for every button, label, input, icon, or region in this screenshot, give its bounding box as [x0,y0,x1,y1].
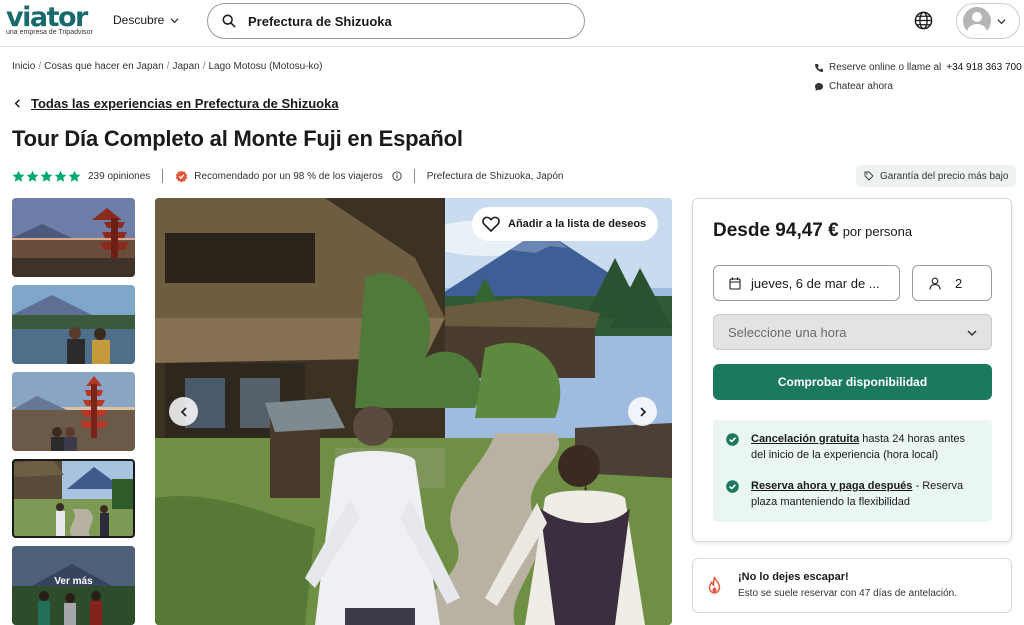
see-more-thumbnail[interactable]: Ver más [12,546,135,625]
date-value: jueves, 6 de mar de ... [751,275,880,291]
tag-icon [864,171,874,181]
discover-menu[interactable]: Descubre [113,13,179,27]
reserve-text: Reserve online o llame al [829,62,942,73]
booking-panel: Desde 94,47 € por persona jueves, 6 de m… [692,198,1012,542]
person-icon [929,277,941,290]
see-more-label: Ver más [54,576,93,587]
divider [413,169,415,183]
chat-now-link[interactable]: Chatear ahora [829,81,893,92]
chevron-down-icon [997,18,1006,24]
award-badge-icon [176,169,188,183]
search-icon [222,14,236,28]
heart-icon [482,216,500,232]
pagoda-sunset-photo [12,198,135,277]
chevron-left-icon [180,406,187,417]
breadcrumb-item[interactable]: Japan [172,61,199,72]
add-to-wishlist-button[interactable]: Añadir a la lista de deseos [472,207,659,241]
page-title: Tour Día Completo al Monte Fuji en Españ… [12,126,463,151]
chevron-down-icon [967,330,977,337]
booking-perks: Cancelación gratuita hasta 24 horas ante… [713,420,992,522]
price-guarantee-label: Garantía del precio más bajo [880,170,1009,182]
chevron-right-icon [639,406,646,417]
breadcrumb-separator: / [38,61,42,72]
star-icon [68,170,81,182]
recommendation: Recomendado por un 98 % de los viajeros [175,169,402,183]
avatar [963,7,991,35]
thumbnail-image-selected[interactable] [12,459,135,538]
free-cancellation-link[interactable]: Cancelación gratuita [751,433,859,445]
perk-text: Reserva ahora y paga después - Reserva p… [751,478,978,510]
breadcrumb-item[interactable]: Lago Motosu (Motosu-ko) [208,61,322,72]
chat-icon [815,82,823,91]
rating-stars[interactable] [12,170,81,183]
previous-photo-button[interactable] [169,397,198,426]
village-fuji-scene [155,198,672,625]
breadcrumb: Inicio / Cosas que hacer en Japan / Japan /… [12,61,322,72]
divider [162,169,164,183]
star-icon [26,170,39,182]
logo-tagline: una empresa de Tripadvisor [6,29,93,36]
add-to-wishlist-label: Añadir a la lista de deseos [508,218,647,230]
breadcrumb-separator: / [202,61,206,72]
search-input[interactable]: Prefectura de Shizuoka [248,14,392,29]
discover-label: Descubre [113,13,165,27]
village-fuji-photo [12,459,135,538]
phone-number[interactable]: +34 918 363 700 [946,62,1021,73]
thumbnail-image[interactable] [12,198,135,277]
price-line: Desde 94,47 € por persona [713,220,912,242]
star-icon [54,170,67,182]
next-photo-button[interactable] [628,397,657,426]
travelers-picker[interactable]: 2 [912,265,992,301]
thumbnail-image[interactable] [12,372,135,451]
star-icon [40,170,53,182]
breadcrumb-item[interactable]: Cosas que hacer en Japan [44,61,164,72]
thumbnail-list: Ver más [12,198,135,625]
back-link[interactable]: Todas las experiencias en Prefectura de … [13,96,339,111]
perk-free-cancellation: Cancelación gratuita hasta 24 horas ante… [726,431,978,463]
phone-icon [815,63,823,72]
star-icon [12,170,25,182]
review-count[interactable]: 239 opiniones [88,171,150,182]
back-link-label[interactable]: Todas las experiencias en Prefectura de … [31,96,339,111]
logo-wordmark: viator [6,2,88,33]
travelers-count: 2 [955,275,963,291]
breadcrumb-item[interactable]: Inicio [12,61,35,72]
chevron-down-icon [170,17,179,23]
date-picker[interactable]: jueves, 6 de mar de ... [713,265,900,301]
reserve-now-pay-later-link[interactable]: Reserva ahora y paga después [751,480,912,492]
profile-menu[interactable] [956,3,1020,39]
calendar-icon [729,277,741,290]
tour-meta: 239 opiniones Recomendado por un 98 % de… [12,168,564,184]
top-header: viator una empresa de Tripadvisor Descub… [0,0,1024,47]
price-guarantee-badge[interactable]: Garantía del precio más bajo [856,165,1017,187]
search-bar[interactable]: Prefectura de Shizuoka [207,3,585,39]
lake-couple-photo [12,285,135,364]
thumbnail-image[interactable] [12,285,135,364]
urgency-title: ¡No lo dejes escapar! [738,571,849,583]
perk-reserve-now: Reserva ahora y paga después - Reserva p… [726,478,978,510]
chureito-pagoda-photo [12,372,135,451]
info-icon[interactable] [392,171,402,181]
chevron-left-icon [14,99,20,108]
check-circle-icon [726,433,739,446]
time-select-placeholder: Seleccione una hora [728,324,847,340]
main-photo[interactable]: Añadir a la lista de deseos [155,198,672,625]
contact-box: Reserve online o llame al +34 918 363 70… [814,61,1022,93]
perk-text: Cancelación gratuita hasta 24 horas ante… [751,431,978,463]
time-select[interactable]: Seleccione una hora [713,314,992,350]
price-from: Desde 94,47 € [713,220,839,241]
check-availability-button[interactable]: Comprobar disponibilidad [713,364,992,400]
viator-logo[interactable]: viator una empresa de Tripadvisor [6,2,93,37]
location-text[interactable]: Prefectura de Shizuoka, Japón [427,171,564,182]
urgency-subtitle: Esto se suele reservar con 47 días de an… [738,588,958,599]
recommendation-text: Recomendado por un 98 % de los viajeros [194,170,383,182]
check-circle-icon [726,480,739,493]
price-unit: por persona [842,224,913,239]
globe-icon[interactable] [913,10,934,31]
flame-icon [708,576,721,594]
urgency-banner: ¡No lo dejes escapar! Esto se suele rese… [692,558,1012,613]
breadcrumb-separator: / [166,61,170,72]
